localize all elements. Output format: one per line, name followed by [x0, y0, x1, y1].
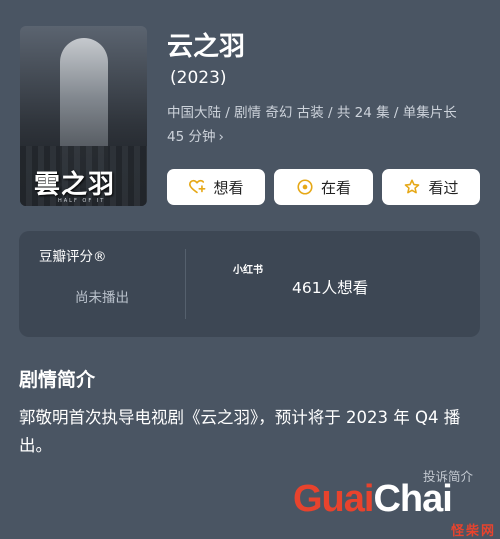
- douban-rating-status: 尚未播出: [75, 290, 129, 306]
- poster-image[interactable]: 雲之羽 HALF OF IT: [20, 26, 147, 206]
- want-to-watch-button[interactable]: 想看: [167, 169, 265, 205]
- want-to-watch-label: 想看: [213, 178, 244, 197]
- watching-label: 在看: [320, 178, 351, 197]
- xiaohongshu-logo[interactable]: 小红书: [233, 261, 263, 276]
- watched-button[interactable]: 看过: [382, 169, 480, 205]
- watermark-logo: GuaiChai: [293, 478, 453, 521]
- eye-circle-icon: [297, 179, 313, 195]
- meta-line-2: 45 分钟 ›: [167, 125, 487, 149]
- site-watermark: GuaiChai 怪柴网: [293, 470, 500, 539]
- star-icon: [405, 179, 420, 194]
- heart-plus-icon: [189, 179, 206, 194]
- show-meta[interactable]: 中国大陆 / 剧情 奇幻 古装 / 共 24 集 / 单集片长 45 分钟 ›: [167, 101, 487, 149]
- synopsis-text: 郭敬明首次执导电视剧《云之羽》，预计将于 2023 年 Q4 播出。: [19, 408, 461, 455]
- meta-duration: 45 分钟: [167, 129, 216, 145]
- watching-button[interactable]: 在看: [274, 169, 373, 205]
- want-count[interactable]: 461人想看: [292, 276, 368, 298]
- show-title: 云之羽: [167, 32, 246, 62]
- watermark-cn: 怪柴网: [450, 524, 496, 539]
- card-divider: [185, 249, 186, 319]
- synopsis-heading: 剧情简介: [19, 369, 96, 391]
- watermark-chai: Chai: [373, 478, 452, 520]
- watched-label: 看过: [428, 178, 459, 197]
- show-year: (2023): [170, 68, 227, 88]
- rating-card: 豆瓣评分® 尚未播出 小红书 461人想看: [19, 231, 480, 337]
- meta-line-1: 中国大陆 / 剧情 奇幻 古装 / 共 24 集 / 单集片长: [167, 105, 457, 121]
- douban-rating-label: 豆瓣评分®: [39, 249, 107, 265]
- watermark-guai: Guai: [293, 478, 374, 520]
- chevron-right-icon: ›: [218, 129, 224, 145]
- poster-title-art: 雲之羽: [34, 170, 116, 200]
- poster-subtitle-art: HALF OF IT: [58, 198, 106, 204]
